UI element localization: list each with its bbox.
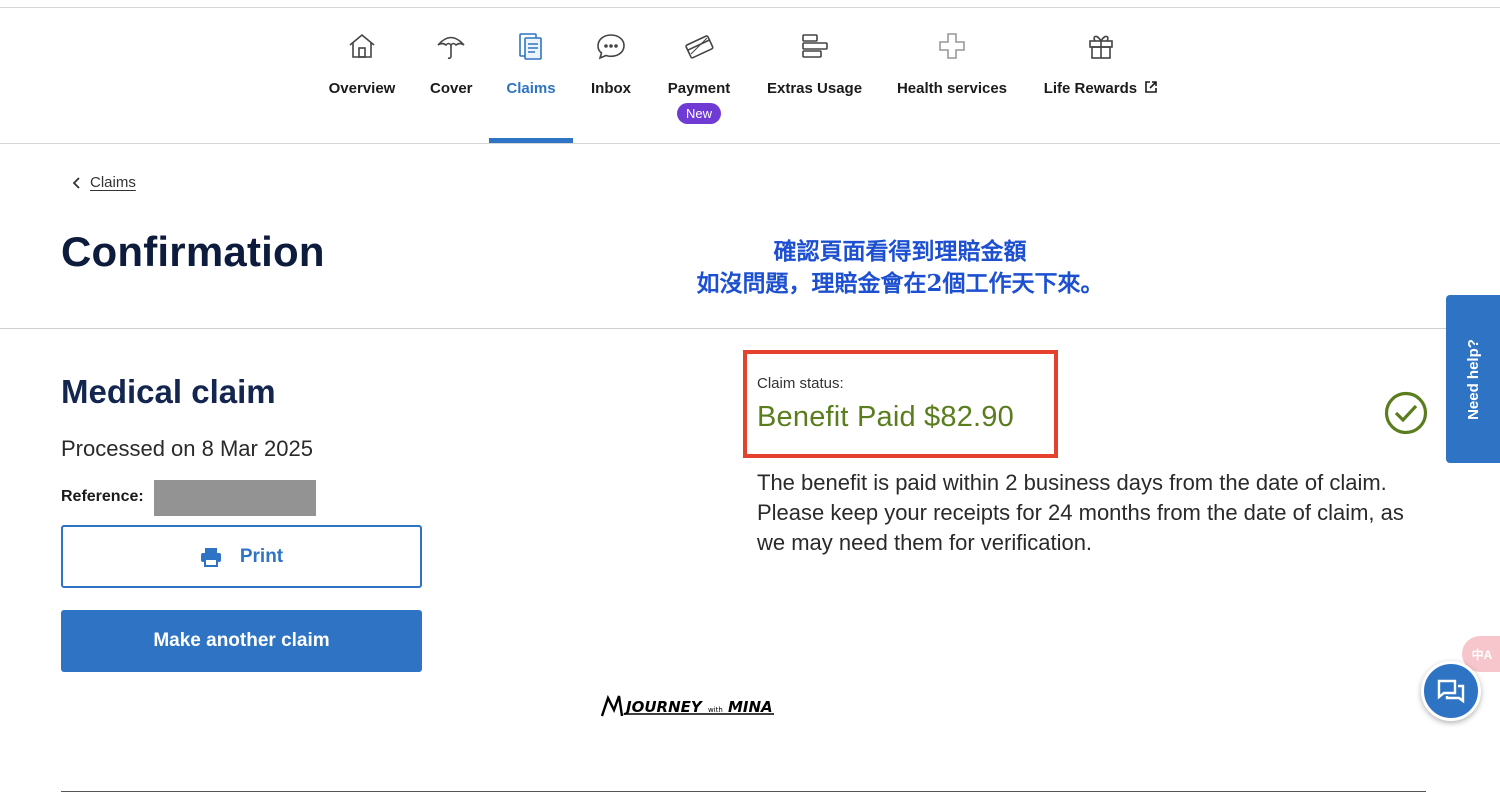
nav-payment[interactable]: Payment New [666,30,732,124]
need-help-label: Need help? [1464,338,1482,420]
section-divider [0,328,1500,329]
svg-text:JOURNEY: JOURNEY [623,698,704,716]
claims-document-icon [519,33,542,60]
gift-icon [1089,35,1113,59]
svg-text:MINA: MINA [728,698,773,716]
benefit-info-text: The benefit is paid within 2 business da… [757,470,1404,555]
new-badge: New [676,103,721,124]
print-label: Print [239,545,284,567]
annotation-line-2: 如沒問題，理賠金會在2個工作天下來。 [696,270,1104,297]
nav-label: Cover [430,80,473,97]
nav-health-services[interactable]: Health services [896,30,1008,97]
nav-overview[interactable]: Overview [327,30,397,97]
check-circle-icon [1384,391,1428,435]
chevron-left-icon [72,176,80,189]
top-divider [0,7,1500,8]
health-cross-icon [939,33,965,59]
nav-label: Health services [896,80,1008,97]
processed-date: Processed on 8 Mar 2025 [61,436,313,461]
usage-bars-icon [801,34,828,58]
svg-text:with: with [708,706,723,714]
annotation-line-1: 確認頁面看得到理賠金額 [773,238,1027,265]
annotation-note: 確認頁面看得到理賠金額 如沒問題，理賠金會在2個工作天下來。 [640,236,1160,300]
need-help-tab[interactable]: Need help? [1446,295,1500,463]
chat-button[interactable] [1421,661,1481,721]
breadcrumb-claims-link[interactable]: Claims [90,174,136,191]
nav-label: Extras Usage [767,80,863,97]
nav-life-rewards[interactable]: Life Rewards [1042,30,1160,97]
nav-inbox[interactable]: Inbox [590,30,632,97]
claim-status-value: Benefit Paid $82.90 [757,401,1014,433]
make-another-claim-button[interactable]: Make another claim [61,610,422,672]
nav-divider [0,143,1500,144]
credit-card-icon [685,35,714,59]
nav-label: Payment [667,80,731,97]
breadcrumb[interactable]: Claims [72,174,136,191]
home-icon [349,33,375,58]
reference-redacted [154,480,316,516]
printer-icon [200,547,221,567]
reference-label: Reference: [61,488,144,505]
nav-claims[interactable]: Claims [506,30,556,97]
page-title: Confirmation [61,228,325,275]
chat-bubble-icon [597,34,625,60]
nav-label: Inbox [591,80,631,97]
umbrella-icon [437,36,465,60]
translate-label: 中A [1471,647,1493,662]
nav-label: Claims [506,80,556,97]
claim-title: Medical claim [61,373,276,410]
nav-label: Life Rewards [1042,80,1160,97]
nav-extras-usage[interactable]: Extras Usage [767,30,862,97]
chat-icon [1437,679,1465,704]
main-nav: Overview Cover Claims Inbox Payment New [0,30,1500,144]
nav-life-rewards-label: Life Rewards [1043,80,1138,97]
nav-label: Overview [328,80,396,97]
external-link-icon [1145,81,1158,93]
claim-status-label: Claim status: [757,375,844,392]
print-button[interactable]: Print [61,525,422,588]
bottom-divider [61,791,1426,792]
watermark-logo: JOURNEY with MINA [600,694,774,717]
nav-cover[interactable]: Cover [430,30,473,97]
make-another-claim-label: Make another claim [153,630,330,651]
